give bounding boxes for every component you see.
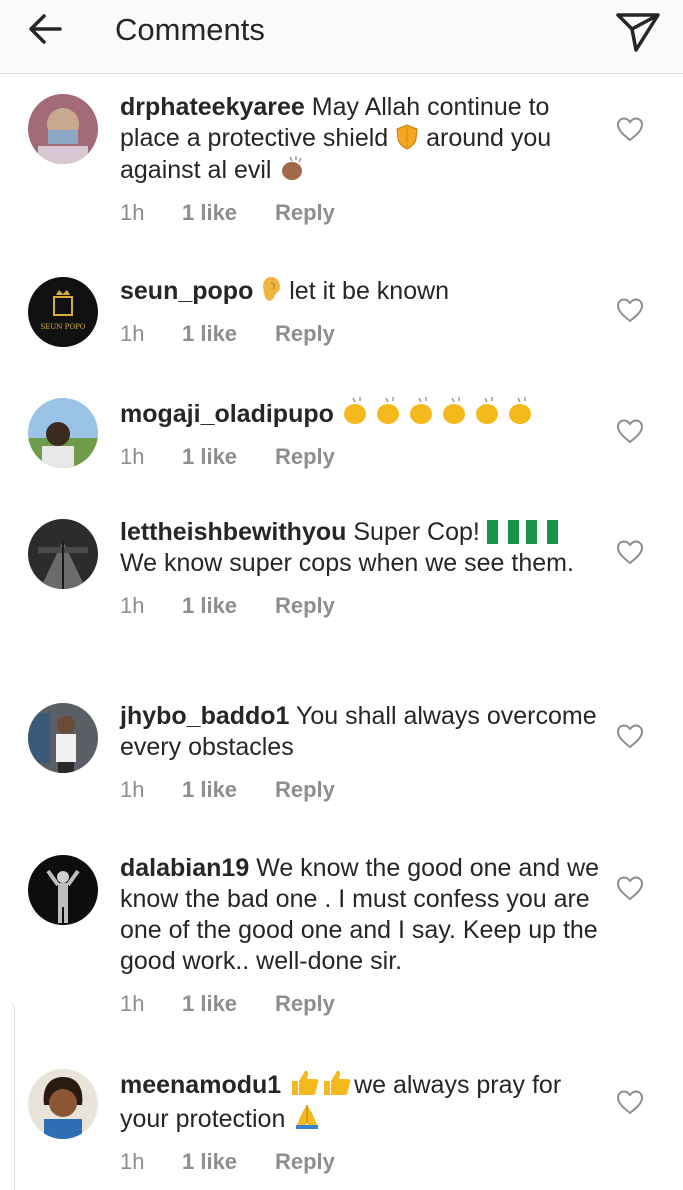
comment-meta: 1h 1 like Reply [120, 591, 600, 621]
heart-icon[interactable] [616, 297, 644, 323]
comment-likes[interactable]: 1 like [182, 989, 275, 1019]
reply-button[interactable]: Reply [275, 319, 335, 349]
avatar[interactable] [28, 519, 98, 589]
avatar[interactable] [28, 398, 98, 468]
comment-likes[interactable]: 1 like [182, 1147, 275, 1177]
comment-meta: 1h 1 like Reply [120, 1147, 600, 1177]
reply-button[interactable]: Reply [275, 198, 335, 228]
comment-text: seun_popo let it be known [120, 277, 450, 305]
heart-icon[interactable] [616, 116, 644, 142]
comment-username[interactable]: dalabian19 [120, 854, 249, 882]
comment-text: dalabian19 We know the good one and we k… [120, 854, 600, 975]
comment-meta: 1h 1 like Reply [120, 319, 600, 349]
avatar[interactable]: SEUN POPO [28, 277, 98, 347]
comment-username[interactable]: drphateekyaree [120, 93, 305, 121]
comment-likes[interactable]: 1 like [182, 319, 275, 349]
reply-button[interactable]: Reply [275, 442, 335, 472]
comment-time: 1h [120, 593, 145, 618]
comment-likes[interactable]: 1 like [182, 775, 275, 805]
comment-username[interactable]: jhybo_baddo1 [120, 702, 289, 730]
comment-text: meenamodu1 we always pray for your prote… [120, 1067, 600, 1135]
comment-time: 1h [120, 321, 145, 346]
direct-message-icon [616, 13, 660, 52]
reply-button[interactable]: Reply [275, 1147, 335, 1177]
ear-emoji [263, 277, 281, 301]
clap-emoji [343, 397, 531, 424]
heart-icon[interactable] [616, 723, 644, 749]
comment-likes[interactable]: 1 like [182, 198, 275, 228]
comment-username[interactable]: lettheishbewithyou [120, 518, 346, 546]
avatar[interactable] [28, 703, 98, 773]
comment-meta: 1h 1 like Reply [120, 989, 600, 1019]
comment-text: drphateekyaree May Allah continue to pla… [120, 93, 552, 184]
avatar[interactable] [28, 855, 98, 925]
comment-time: 1h [120, 200, 145, 225]
back-button[interactable] [22, 10, 72, 50]
edge-overlay [0, 1000, 15, 1190]
comment-time: 1h [120, 444, 145, 469]
heart-icon[interactable] [616, 1089, 644, 1115]
comment-time: 1h [120, 777, 145, 802]
comment-username[interactable]: meenamodu1 [120, 1071, 281, 1099]
back-arrow-icon [29, 14, 62, 44]
nigeria-flag-emoji [525, 520, 558, 544]
comment-text: jhybo_baddo1 You shall always overcome e… [120, 702, 597, 761]
praying-hands-emoji [296, 1105, 319, 1129]
app-header: Comments [0, 0, 683, 74]
reply-button[interactable]: Reply [275, 989, 335, 1019]
clap-emoji [282, 156, 303, 180]
comment-time: 1h [120, 991, 145, 1016]
shield-emoji [396, 124, 418, 150]
page-title: Comments [115, 12, 265, 47]
share-button[interactable] [610, 4, 664, 58]
comment-likes[interactable]: 1 like [182, 591, 275, 621]
comment-text: mogaji_oladipupo [120, 396, 600, 430]
heart-icon[interactable] [616, 418, 644, 444]
heart-icon[interactable] [616, 539, 644, 565]
heart-icon[interactable] [616, 875, 644, 901]
comment-meta: 1h 1 like Reply [120, 198, 600, 228]
comment-time: 1h [120, 1149, 145, 1174]
reply-button[interactable]: Reply [275, 775, 335, 805]
comment-username[interactable]: seun_popo [120, 277, 253, 305]
comment-likes[interactable]: 1 like [182, 442, 275, 472]
avatar[interactable] [28, 1069, 98, 1139]
avatar[interactable] [28, 94, 98, 164]
svg-text:SEUN POPO: SEUN POPO [40, 323, 85, 331]
nigeria-flag-emoji [486, 520, 519, 544]
comment-meta: 1h 1 like Reply [120, 775, 600, 805]
comment-username[interactable]: mogaji_oladipupo [120, 400, 334, 428]
comment-text: lettheishbewithyou Super Cop! We know su… [120, 518, 574, 577]
thumbs-up-emoji [292, 1070, 351, 1095]
comment-meta: 1h 1 like Reply [120, 442, 600, 472]
reply-button[interactable]: Reply [275, 591, 335, 621]
